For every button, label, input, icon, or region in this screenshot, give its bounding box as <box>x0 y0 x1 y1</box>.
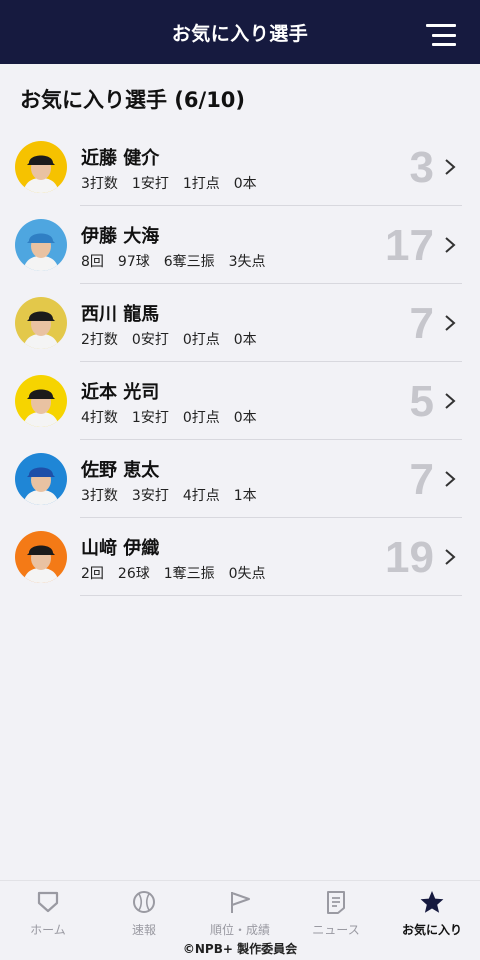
baseball-icon <box>133 891 155 913</box>
player-number: 3 <box>409 143 434 192</box>
player-stats: 8回 97球 6奪三振 3失点 <box>81 254 266 270</box>
player-photo <box>15 375 67 427</box>
chevron-right-icon <box>445 471 456 487</box>
home-plate-icon <box>37 891 59 913</box>
favorite-player-list: 近藤 健介 3打数 1安打 1打点 0本 3 伊藤 大海 8回 97球 6奪三振… <box>0 128 480 596</box>
player-stats: 3打数 3安打 4打点 1本 <box>81 488 257 504</box>
tab-label: ニュース <box>312 923 360 937</box>
player-number: 19 <box>385 533 434 582</box>
section-title: お気に入り選手 (6/10) <box>20 88 246 112</box>
player-stats: 4打数 1安打 0打点 0本 <box>81 410 257 426</box>
player-number: 7 <box>409 299 434 348</box>
player-name: 伊藤 大海 <box>81 226 160 247</box>
player-stats: 2回 26球 1奪三振 0失点 <box>81 566 266 582</box>
player-row[interactable]: 伊藤 大海 8回 97球 6奪三振 3失点 17 <box>0 206 480 284</box>
player-avatar <box>15 531 67 583</box>
player-stats: 3打数 1安打 1打点 0本 <box>81 176 257 192</box>
player-avatar <box>15 453 67 505</box>
tab-news[interactable]: ニュース <box>288 889 384 943</box>
chevron-right-icon <box>445 393 456 409</box>
player-avatar <box>15 219 67 271</box>
player-row[interactable]: 近本 光司 4打数 1安打 0打点 0本 5 <box>0 362 480 440</box>
news-icon <box>327 891 345 914</box>
tab-label: 速報 <box>131 923 156 937</box>
page-title: お気に入り選手 <box>171 22 309 45</box>
player-name: 西川 龍馬 <box>81 304 160 325</box>
tab-label: お気に入り <box>401 923 462 937</box>
copyright-text: ©NPB+ 製作委員会 <box>182 942 298 956</box>
tab-standings[interactable]: 順位・成績 <box>192 889 288 943</box>
player-row[interactable]: 佐野 恵太 3打数 3安打 4打点 1本 7 <box>0 440 480 518</box>
player-row[interactable]: 西川 龍馬 2打数 0安打 0打点 0本 7 <box>0 284 480 362</box>
player-name: 近藤 健介 <box>81 148 160 169</box>
player-name: 山﨑 伊織 <box>81 538 160 559</box>
tab-label: 順位・成績 <box>209 923 270 937</box>
player-name: 佐野 恵太 <box>81 460 160 481</box>
player-avatar <box>15 297 67 349</box>
player-avatar <box>15 375 67 427</box>
player-photo <box>15 531 67 583</box>
app-header: お気に入り選手 <box>0 0 480 64</box>
player-number: 7 <box>409 455 434 504</box>
tab-label: ホーム <box>30 923 66 937</box>
player-number: 17 <box>385 221 434 270</box>
player-photo <box>15 219 67 271</box>
chevron-right-icon <box>445 159 456 175</box>
player-photo <box>15 141 67 193</box>
menu-icon[interactable] <box>426 24 456 46</box>
player-row[interactable]: 近藤 健介 3打数 1安打 1打点 0本 3 <box>0 128 480 206</box>
player-avatar <box>15 141 67 193</box>
star-icon <box>420 891 444 913</box>
player-name: 近本 光司 <box>81 382 160 403</box>
chevron-right-icon <box>445 549 456 565</box>
chevron-right-icon <box>445 315 456 331</box>
tab-favorites[interactable]: お気に入り <box>384 889 480 943</box>
pennant-icon <box>231 892 250 913</box>
player-stats: 2打数 0安打 0打点 0本 <box>81 332 257 348</box>
player-row[interactable]: 山﨑 伊織 2回 26球 1奪三振 0失点 19 <box>0 518 480 596</box>
tab-home[interactable]: ホーム <box>0 889 96 943</box>
tab-live[interactable]: 速報 <box>96 889 192 943</box>
chevron-right-icon <box>445 237 456 253</box>
player-photo <box>15 297 67 349</box>
player-number: 5 <box>409 377 434 426</box>
player-photo <box>15 453 67 505</box>
